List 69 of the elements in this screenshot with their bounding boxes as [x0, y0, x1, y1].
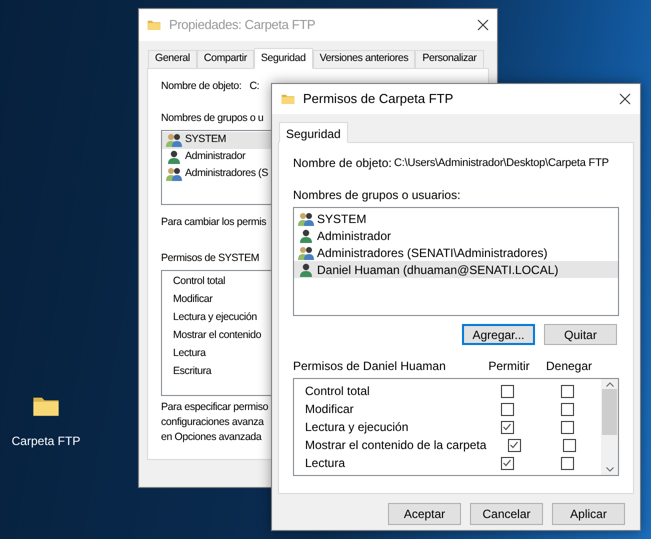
- group-list-item[interactable]: Administrador: [162, 148, 271, 166]
- group-list-item[interactable]: SYSTEM: [294, 210, 618, 227]
- tab[interactable]: Seguridad: [279, 122, 348, 143]
- users-icon: [166, 167, 182, 181]
- close-icon[interactable]: [477, 19, 489, 31]
- users-icon: [166, 133, 182, 147]
- group-list-item[interactable]: Administrador: [294, 227, 618, 244]
- column-header: Denegar: [544, 358, 594, 375]
- checkbox[interactable]: [500, 402, 514, 416]
- dialog-button[interactable]: Quitar: [544, 324, 617, 345]
- scroll-up-icon[interactable]: [606, 382, 614, 387]
- scroll-down-icon[interactable]: [606, 467, 614, 472]
- permission-name: Control total: [305, 383, 371, 400]
- users-icon: [298, 212, 314, 226]
- dialog-button[interactable]: Aceptar: [388, 503, 461, 525]
- column-header: Permitir: [487, 358, 531, 375]
- object-name-label: Nombre de objeto:: [161, 79, 242, 94]
- group-list-item[interactable]: Daniel Huaman (dhuaman@SENATI.LOCAL): [294, 261, 618, 278]
- group-list-item[interactable]: Administradores (SENATI\Administradores): [294, 244, 618, 261]
- permission-name: Mostrar el contenido de la carpeta: [305, 437, 486, 454]
- groups-label: Nombres de grupos o usuarios:: [293, 187, 462, 204]
- permission-name: Modificar: [305, 401, 355, 418]
- window-title: Propiedades: Carpeta FTP: [169, 16, 316, 34]
- permissions-label: Permisos de SYSTEM: [161, 252, 260, 264]
- groups-label: Nombres de grupos o u: [161, 110, 264, 126]
- dialog-button[interactable]: Aplicar: [552, 503, 625, 525]
- permission-name: Lectura: [305, 455, 346, 472]
- scrollbar[interactable]: [601, 379, 618, 475]
- tab[interactable]: Compartir: [196, 50, 254, 68]
- group-list-item[interactable]: Administradores (S: [162, 166, 271, 182]
- user-icon: [300, 228, 312, 242]
- advanced-hint-line: Para especificar permiso: [161, 401, 268, 413]
- permission-name: Lectura y ejecución: [173, 311, 257, 323]
- tab[interactable]: Personalizar: [415, 50, 484, 68]
- close-icon[interactable]: [619, 93, 631, 105]
- checkbox[interactable]: [500, 456, 514, 470]
- checkbox[interactable]: [560, 402, 574, 416]
- object-name-label: Nombre de objeto:: [293, 155, 393, 172]
- dialog-button[interactable]: Cancelar: [470, 503, 543, 525]
- user-icon: [168, 150, 180, 164]
- checkbox[interactable]: [560, 384, 574, 398]
- desktop-shortcut[interactable]: Carpeta FTP: [8, 386, 84, 450]
- window-title: Permisos de Carpeta FTP: [303, 90, 454, 108]
- permission-name: Lectura y ejecución: [305, 419, 410, 436]
- checkbox[interactable]: [560, 456, 574, 470]
- group-list-item[interactable]: SYSTEM: [162, 132, 271, 148]
- tab[interactable]: Seguridad: [254, 48, 313, 69]
- checkbox[interactable]: [508, 438, 521, 452]
- permissions-label: Permisos de Daniel Huaman: [293, 358, 447, 375]
- object-path: C:\Users\Administrador\Desktop\Carpeta FTP: [394, 156, 609, 171]
- change-permissions-hint: Para cambiar los permis: [161, 216, 266, 228]
- tab[interactable]: Versiones anteriores: [312, 50, 416, 68]
- advanced-hint-line: configuraciones avanza: [161, 416, 264, 428]
- scrollbar-thumb[interactable]: [602, 389, 617, 435]
- checkbox[interactable]: [560, 420, 574, 434]
- permission-name: Mostrar el contenido: [173, 329, 262, 341]
- users-icon: [298, 246, 314, 260]
- permission-name: Modificar: [173, 293, 212, 305]
- advanced-hint-line: en Opciones avanzada: [161, 431, 262, 443]
- checkbox[interactable]: [500, 384, 514, 398]
- permission-name: Lectura: [173, 347, 206, 359]
- tab[interactable]: General: [148, 50, 197, 68]
- user-icon: [300, 262, 312, 276]
- object-path: C:: [249, 79, 260, 94]
- checkbox[interactable]: [500, 420, 514, 434]
- permission-name: Control total: [173, 275, 226, 287]
- permission-name: Escritura: [173, 365, 212, 377]
- checkbox[interactable]: [562, 438, 576, 452]
- dialog-button[interactable]: Agregar...: [462, 324, 535, 345]
